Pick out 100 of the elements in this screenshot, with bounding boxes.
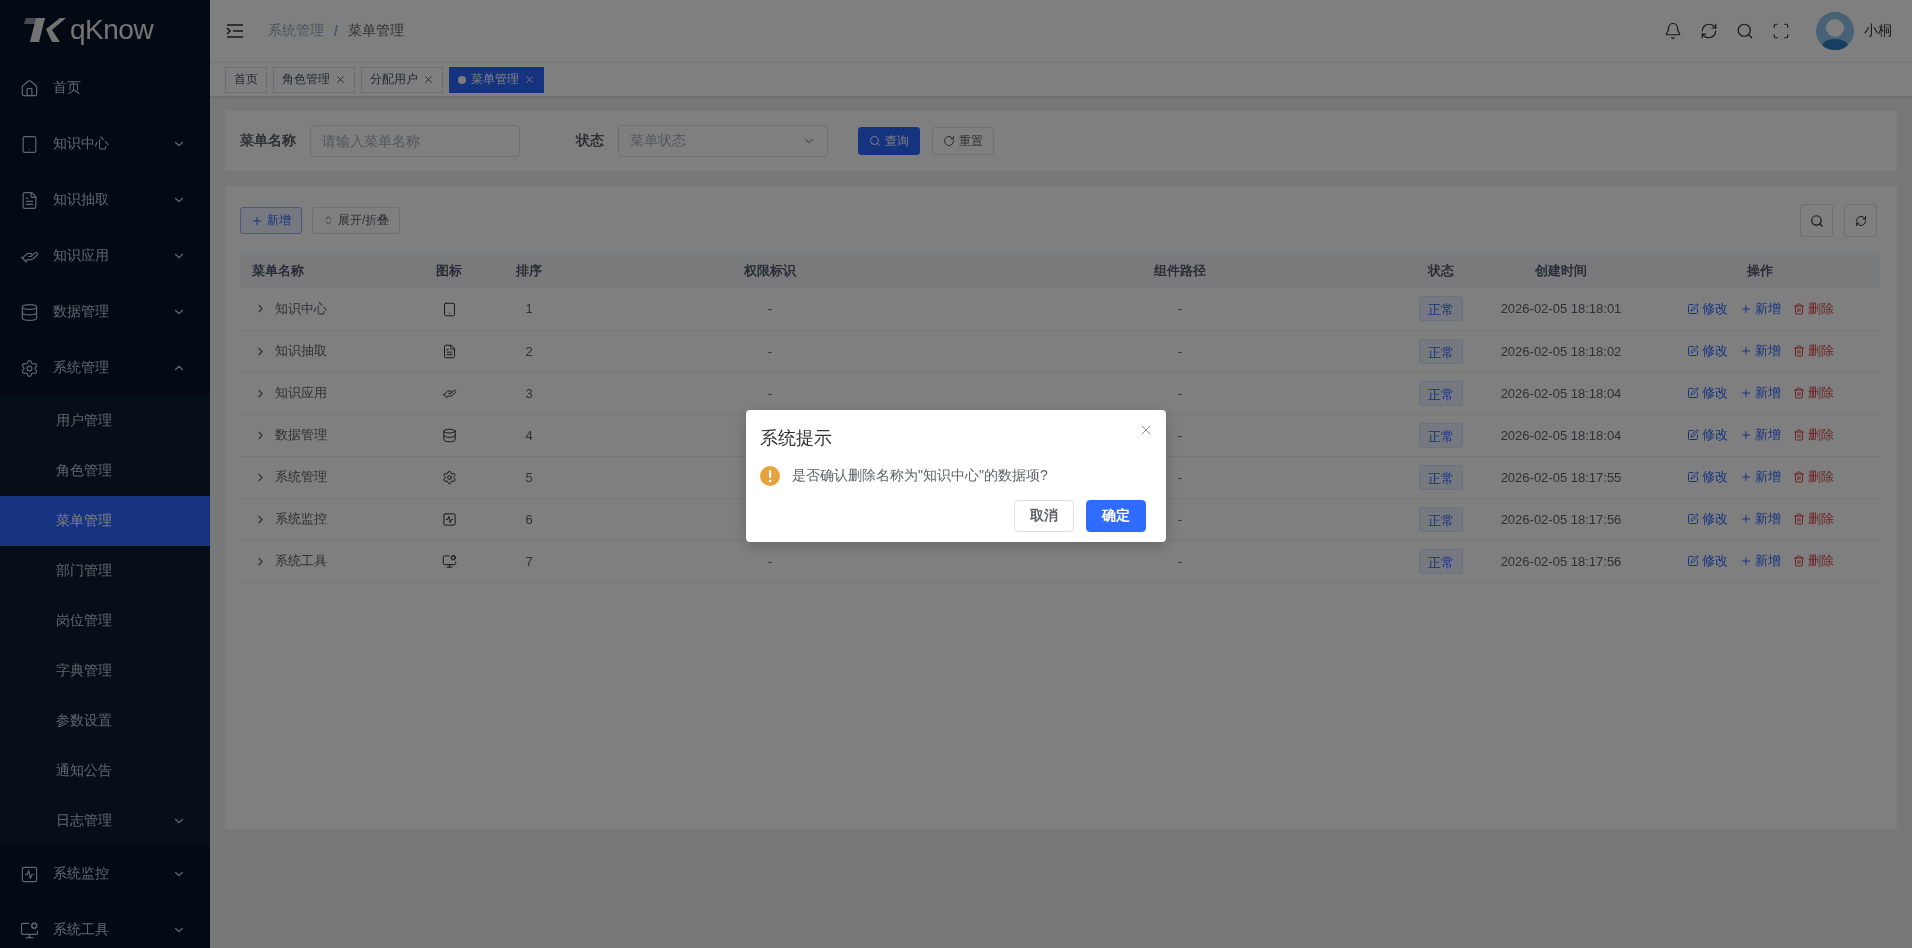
bell-icon[interactable] bbox=[1664, 22, 1682, 40]
trash-icon bbox=[1792, 429, 1805, 441]
sidebar-item[interactable]: 数据管理 bbox=[0, 284, 210, 340]
sidebar-item[interactable]: 系统管理 bbox=[0, 340, 210, 396]
status-tag: 正常 bbox=[1419, 548, 1463, 574]
status-tag: 正常 bbox=[1419, 338, 1463, 364]
add-link[interactable]: 新增 bbox=[1739, 384, 1781, 402]
edit-icon bbox=[1686, 513, 1699, 525]
plus-icon bbox=[1739, 471, 1752, 483]
trash-icon bbox=[1792, 513, 1805, 525]
page-tab[interactable]: 首页 bbox=[225, 66, 267, 93]
delete-link[interactable]: 删除 bbox=[1792, 552, 1834, 570]
edit-link[interactable]: 修改 bbox=[1686, 468, 1728, 486]
user-name[interactable]: 小桐 bbox=[1864, 22, 1892, 40]
page-tab[interactable]: 分配用户 bbox=[361, 66, 443, 93]
sidebar-item[interactable]: 知识抽取 bbox=[0, 172, 210, 228]
refresh-icon bbox=[1854, 214, 1867, 227]
delete-link[interactable]: 删除 bbox=[1792, 510, 1834, 528]
add-link[interactable]: 新增 bbox=[1739, 552, 1781, 570]
delete-link[interactable]: 删除 bbox=[1792, 468, 1834, 486]
edit-link[interactable]: 修改 bbox=[1686, 426, 1728, 444]
status-tag: 正常 bbox=[1419, 422, 1463, 448]
column-header: 图标 bbox=[420, 253, 478, 288]
trash-icon bbox=[1792, 387, 1805, 399]
delete-link[interactable]: 删除 bbox=[1792, 342, 1834, 360]
delete-link[interactable]: 删除 bbox=[1792, 426, 1834, 444]
plus-icon bbox=[1739, 429, 1752, 441]
add-link[interactable]: 新增 bbox=[1739, 342, 1781, 360]
add-link[interactable]: 新增 bbox=[1739, 510, 1781, 528]
sidebar-item[interactable]: 知识应用 bbox=[0, 228, 210, 284]
table-cell: - bbox=[960, 288, 1400, 330]
field-label: 状态 bbox=[576, 132, 604, 150]
search-button[interactable]: 查询 bbox=[858, 127, 920, 155]
dialog-title: 系统提示 bbox=[760, 427, 833, 450]
search-toggle-button[interactable] bbox=[1800, 204, 1833, 237]
edit-link[interactable]: 修改 bbox=[1686, 384, 1728, 402]
menu-fold-icon[interactable] bbox=[226, 23, 244, 39]
sidebar-subitem[interactable]: 通知公告 bbox=[0, 746, 210, 796]
table-cell: 知识中心 bbox=[275, 299, 327, 318]
sidebar-subitem[interactable]: 岗位管理 bbox=[0, 596, 210, 646]
sidebar-item[interactable]: 系统工具 bbox=[0, 902, 210, 948]
sidebar-subitem[interactable]: 用户管理 bbox=[0, 396, 210, 446]
sidebar-subitem[interactable]: 部门管理 bbox=[0, 546, 210, 596]
tablet-icon bbox=[20, 134, 39, 154]
page-tab[interactable]: 菜单管理 bbox=[449, 66, 544, 93]
delete-link[interactable]: 删除 bbox=[1792, 299, 1834, 318]
settings-icon bbox=[441, 470, 457, 486]
column-header: 操作 bbox=[1640, 253, 1880, 288]
edit-icon bbox=[1686, 471, 1699, 483]
refresh-button[interactable] bbox=[1844, 204, 1877, 237]
table-cell: 2 bbox=[478, 330, 580, 372]
sidebar-item[interactable]: 首页 bbox=[0, 60, 210, 116]
sidebar-subitem[interactable]: 角色管理 bbox=[0, 446, 210, 496]
search-icon bbox=[1809, 213, 1824, 228]
activity-icon bbox=[20, 864, 39, 884]
fullscreen-icon[interactable] bbox=[1772, 22, 1790, 40]
expand-collapse-button[interactable]: 展开/折叠 bbox=[312, 207, 401, 234]
sort-icon bbox=[323, 215, 334, 226]
plus-icon bbox=[251, 214, 263, 227]
close-icon[interactable] bbox=[423, 74, 434, 85]
sidebar-subitem[interactable]: 菜单管理 bbox=[0, 496, 210, 546]
cancel-button[interactable]: 取消 bbox=[1014, 500, 1074, 532]
add-link[interactable]: 新增 bbox=[1739, 299, 1781, 318]
table-cell: 4 bbox=[478, 414, 580, 456]
delete-link[interactable]: 删除 bbox=[1792, 384, 1834, 402]
plus-icon bbox=[1739, 302, 1752, 315]
logo-text: qKnow bbox=[70, 14, 154, 46]
table-cell: 系统工具 bbox=[275, 552, 327, 570]
sidebar-subitem[interactable]: 字典管理 bbox=[0, 646, 210, 696]
sidebar-item[interactable]: 知识中心 bbox=[0, 116, 210, 172]
page-tab[interactable]: 角色管理 bbox=[273, 66, 355, 93]
close-icon[interactable] bbox=[335, 74, 346, 85]
search-icon bbox=[869, 135, 881, 147]
reset-button[interactable]: 重置 bbox=[932, 127, 994, 155]
refresh-icon[interactable] bbox=[1700, 22, 1718, 40]
avatar[interactable] bbox=[1816, 12, 1854, 50]
edit-link[interactable]: 修改 bbox=[1686, 510, 1728, 528]
plus-icon bbox=[1739, 345, 1752, 357]
settings-icon bbox=[20, 358, 39, 378]
add-link[interactable]: 新增 bbox=[1739, 426, 1781, 444]
trash-icon bbox=[1792, 302, 1805, 315]
sidebar-subitem[interactable]: 参数设置 bbox=[0, 696, 210, 746]
field-label: 菜单名称 bbox=[240, 132, 296, 150]
sidebar-subitem[interactable]: 日志管理 bbox=[0, 796, 210, 846]
table-cell: 2026-02-05 18:17:56 bbox=[1482, 498, 1640, 540]
sidebar-item[interactable]: 系统监控 bbox=[0, 846, 210, 902]
confirm-button[interactable]: 确定 bbox=[1086, 500, 1146, 532]
table-cell: 2026-02-05 18:18:04 bbox=[1482, 372, 1640, 414]
table-cell: 知识抽取 bbox=[275, 342, 327, 360]
trash-icon bbox=[1792, 471, 1805, 483]
close-icon[interactable] bbox=[524, 74, 535, 85]
document-icon bbox=[20, 190, 39, 210]
table-cell: 5 bbox=[478, 456, 580, 498]
add-link[interactable]: 新增 bbox=[1739, 468, 1781, 486]
add-button[interactable]: 新增 bbox=[240, 207, 302, 234]
edit-link[interactable]: 修改 bbox=[1686, 342, 1728, 360]
search-icon[interactable] bbox=[1736, 22, 1754, 40]
column-header: 权限标识 bbox=[580, 253, 960, 288]
edit-link[interactable]: 修改 bbox=[1686, 552, 1728, 570]
edit-link[interactable]: 修改 bbox=[1686, 299, 1728, 318]
